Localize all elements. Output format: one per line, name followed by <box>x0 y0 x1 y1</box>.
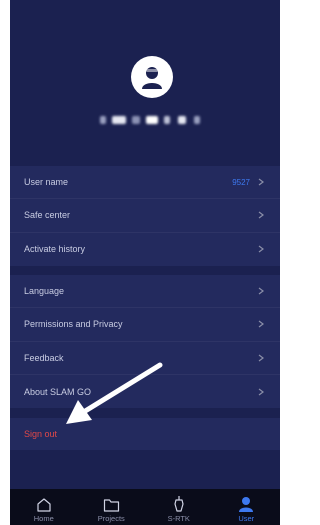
user-avatar-icon[interactable] <box>131 56 173 98</box>
nav-item-home[interactable]: Home <box>10 489 78 525</box>
settings-row-feedback[interactable]: Feedback <box>10 342 280 375</box>
user-icon <box>239 497 254 512</box>
chevron-right-icon <box>258 387 266 397</box>
settings-row-permissions-privacy[interactable]: Permissions and Privacy <box>10 308 280 342</box>
chevron-right-icon <box>258 244 266 254</box>
nav-label: User <box>238 514 255 523</box>
nav-label: S-RTK <box>167 514 190 523</box>
app-settings-group: Language Permissions and Privacy Feedbac… <box>10 275 280 408</box>
user-screen: User name 9527 Safe center Activate hist… <box>10 0 280 525</box>
rtk-device-icon <box>174 496 184 512</box>
account-settings-group: User name 9527 Safe center Activate hist… <box>10 166 280 266</box>
chevron-right-icon <box>258 286 266 296</box>
sign-out-label: Sign out <box>24 429 58 439</box>
folder-icon <box>103 499 119 512</box>
nav-item-projects[interactable]: Projects <box>78 489 146 525</box>
row-label: Permissions and Privacy <box>24 319 123 330</box>
row-label: User name <box>24 177 69 188</box>
row-label: Feedback <box>24 352 64 363</box>
settings-row-safe-center[interactable]: Safe center <box>10 199 280 233</box>
nav-label: Home <box>33 514 54 523</box>
sign-out-group: Sign out <box>10 418 280 450</box>
profile-header <box>10 0 280 158</box>
settings-row-activate-history[interactable]: Activate history <box>10 233 280 266</box>
chevron-right-icon <box>258 210 266 220</box>
chevron-right-icon <box>258 353 266 363</box>
settings-row-user-name[interactable]: User name 9527 <box>10 166 280 200</box>
sign-out-button[interactable]: Sign out <box>10 418 280 450</box>
row-label: Language <box>24 286 65 297</box>
user-name-value: 9527 <box>232 177 250 187</box>
chevron-right-icon <box>258 319 266 329</box>
username-obscured <box>100 116 210 126</box>
nav-label: Projects <box>97 514 125 523</box>
chevron-right-icon <box>258 177 266 187</box>
row-label: About SLAM GO <box>24 386 92 397</box>
home-icon <box>37 498 51 512</box>
row-label: Activate history <box>24 244 86 255</box>
bottom-nav: Home Projects S-RTK User <box>10 489 280 525</box>
nav-item-user[interactable]: User <box>213 489 281 525</box>
settings-row-about[interactable]: About SLAM GO <box>10 375 280 408</box>
settings-row-language[interactable]: Language <box>10 275 280 309</box>
row-label: Safe center <box>24 210 71 221</box>
nav-item-s-rtk[interactable]: S-RTK <box>145 489 213 525</box>
